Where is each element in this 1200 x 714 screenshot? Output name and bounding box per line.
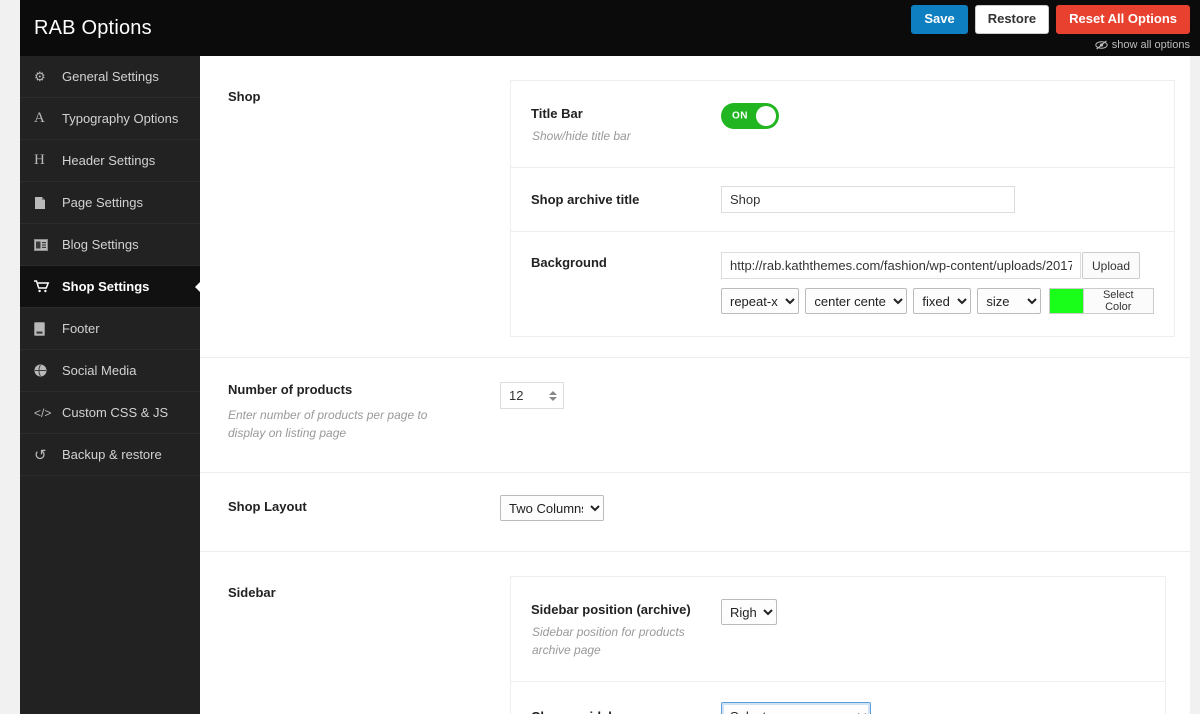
background-position-select[interactable]: center center xyxy=(805,288,908,315)
background-url-row: Upload xyxy=(721,252,1154,280)
sidebar-item-footer[interactable]: Footer xyxy=(20,308,200,350)
field-desc-sidebar-position: Sidebar position for products archive pa… xyxy=(532,625,685,657)
sidebar-item-backup-restore[interactable]: ↺ Backup & restore xyxy=(20,434,200,476)
shop-archive-title-input[interactable] xyxy=(721,186,1015,214)
sidebar-item-blog-settings[interactable]: Blog Settings xyxy=(20,224,200,266)
gear-icon: ⚙ xyxy=(34,68,46,84)
shop-fields-panel: Title Bar Show/hide title bar ON Shop ar… xyxy=(510,80,1175,338)
field-label-sidebar-position: Sidebar position (archive) xyxy=(531,602,691,618)
background-color-picker[interactable]: Select Color xyxy=(1049,288,1154,315)
show-all-options-label: show all options xyxy=(1111,39,1190,52)
sidebar-item-typography-options[interactable]: A Typography Options xyxy=(20,98,200,140)
sidebar-item-label: Footer xyxy=(62,321,100,336)
typography-icon: A xyxy=(34,110,45,126)
sidebar-item-label: Page Settings xyxy=(62,195,143,210)
toggle-state-label: ON xyxy=(732,110,748,122)
field-label-choose-sidebar: Choose sidebar xyxy=(531,709,721,714)
field-label-archive-title: Shop archive title xyxy=(531,192,640,208)
background-attachment-select[interactable]: fixed xyxy=(913,288,972,315)
field-sidebar-position: Sidebar position (archive) Sidebar posit… xyxy=(511,577,1165,683)
field-choose-sidebar: Choose sidebar Select one xyxy=(511,682,1165,714)
cart-icon xyxy=(34,280,54,293)
section-title-shop: Shop xyxy=(228,89,261,104)
sidebar-item-label: Shop Settings xyxy=(62,279,150,294)
blog-icon xyxy=(34,238,54,251)
field-background: Background Upload repeat-x xyxy=(511,232,1174,336)
page-title: RAB Options xyxy=(34,16,152,39)
sidebar-item-shop-settings[interactable]: Shop Settings xyxy=(20,266,201,308)
section-sidebar: Sidebar Sidebar position (archive) Sideb… xyxy=(200,552,1190,714)
toggle-knob xyxy=(756,106,776,126)
top-bar-buttons: Save Restore Reset All Options xyxy=(911,4,1190,35)
sidebar-position-select[interactable]: Right xyxy=(721,599,777,626)
field-label-title-bar: Title Bar xyxy=(531,106,583,121)
sidebar-item-label: Blog Settings xyxy=(62,237,139,252)
background-size-select[interactable]: size xyxy=(977,288,1042,315)
sidebar-item-label: Social Media xyxy=(62,363,137,378)
sidebar-item-label: Custom CSS & JS xyxy=(62,405,169,420)
options-page: RAB Options Save Restore Reset All Optio… xyxy=(0,0,1200,714)
globe-icon xyxy=(34,364,54,377)
color-swatch[interactable] xyxy=(1049,288,1083,315)
header-icon: H xyxy=(34,152,45,168)
section-title-sidebar: Sidebar xyxy=(228,585,276,601)
sidebar-item-label: Header Settings xyxy=(62,153,156,168)
section-shop-layout: Shop Layout Two Columns xyxy=(200,473,1190,553)
top-bar-actions: Save Restore Reset All Options show all … xyxy=(911,4,1190,51)
title-bar-toggle[interactable]: ON xyxy=(721,103,779,129)
background-options-row: repeat-x center center fixed size Select… xyxy=(721,288,1154,315)
eye-slash-icon xyxy=(1095,40,1108,50)
sidebar-item-label: Typography Options xyxy=(62,111,179,126)
choose-sidebar-select[interactable]: Select one xyxy=(721,702,871,714)
field-desc-number-of-products: Enter number of products per page to dis… xyxy=(228,408,428,441)
field-desc-title-bar: Show/hide title bar xyxy=(532,129,631,143)
sidebar-item-header-settings[interactable]: H Header Settings xyxy=(20,140,200,182)
section-shop: Shop Title Bar Show/hide title bar ON Sh… xyxy=(200,56,1190,359)
field-label-shop-layout: Shop Layout xyxy=(228,499,307,515)
shop-layout-select[interactable]: Two Columns xyxy=(500,495,604,522)
restore-button[interactable]: Restore xyxy=(974,4,1050,35)
upload-button[interactable]: Upload xyxy=(1082,252,1141,280)
sidebar-item-label: General Settings xyxy=(62,69,159,84)
sidebar-nav: ⚙ General Settings A Typography Options … xyxy=(20,56,201,714)
field-shop-archive-title: Shop archive title xyxy=(511,168,1174,233)
reset-all-options-button[interactable]: Reset All Options xyxy=(1056,4,1190,35)
sidebar-item-page-settings[interactable]: Page Settings xyxy=(20,182,200,224)
field-label-background: Background xyxy=(531,255,607,271)
code-icon: </> xyxy=(34,405,52,420)
field-title-bar: Title Bar Show/hide title bar ON xyxy=(511,81,1174,169)
show-all-options-link[interactable]: show all options xyxy=(1095,39,1190,51)
save-button[interactable]: Save xyxy=(911,4,968,35)
sidebar-fields-panel: Sidebar position (archive) Sidebar posit… xyxy=(510,576,1166,714)
top-bar: RAB Options Save Restore Reset All Optio… xyxy=(20,0,1200,56)
refresh-icon: ↺ xyxy=(34,446,47,464)
sidebar-item-general-settings[interactable]: ⚙ General Settings xyxy=(20,56,200,98)
section-number-of-products: Number of products Enter number of produ… xyxy=(200,358,1190,474)
options-content: Shop Title Bar Show/hide title bar ON Sh… xyxy=(200,56,1190,714)
page-icon xyxy=(34,196,54,210)
background-url-input[interactable] xyxy=(721,252,1081,280)
footer-icon xyxy=(34,321,54,336)
sidebar-item-custom-css-js[interactable]: </> Custom CSS & JS xyxy=(20,392,200,434)
sidebar-item-label: Backup & restore xyxy=(62,447,162,462)
field-label-number-of-products: Number of products xyxy=(228,382,353,398)
select-color-button[interactable]: Select Color xyxy=(1082,288,1154,315)
sidebar-item-social-media[interactable]: Social Media xyxy=(20,350,200,392)
number-of-products-stepper[interactable] xyxy=(500,382,564,410)
background-repeat-select[interactable]: repeat-x xyxy=(721,288,800,315)
stepper-arrows-icon[interactable] xyxy=(547,388,558,404)
